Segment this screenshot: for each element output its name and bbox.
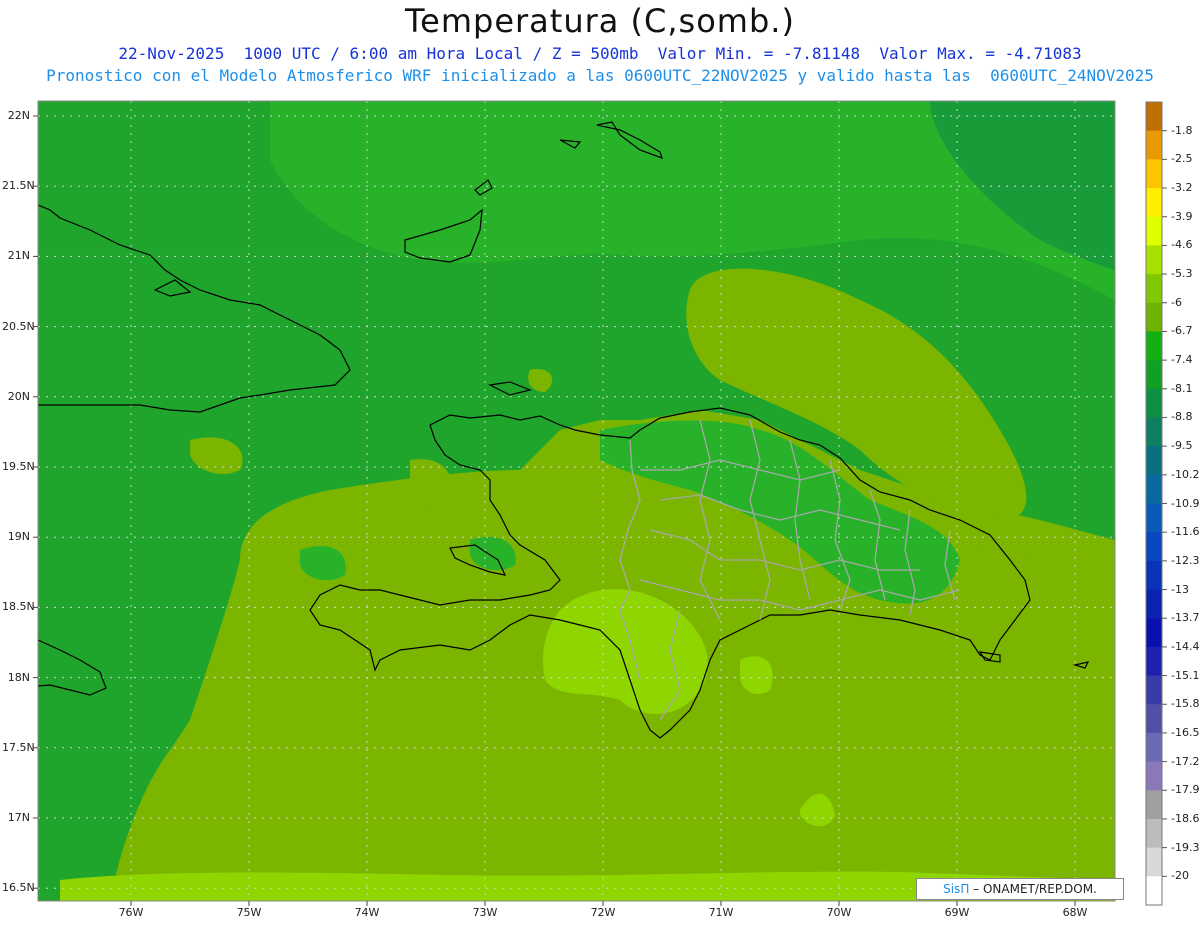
temperature-map	[33, 100, 1167, 906]
lon-label: 70W	[826, 906, 852, 919]
colorbar-swatch	[1146, 618, 1162, 648]
colorbar-swatch	[1146, 302, 1162, 332]
lon-label: 68W	[1062, 906, 1088, 919]
colorbar-swatch	[1146, 102, 1162, 132]
colorbar-label: -3.9	[1171, 209, 1193, 223]
lat-label: 17.5N	[2, 740, 35, 754]
colorbar-swatch	[1146, 360, 1162, 390]
colorbar-swatch	[1146, 761, 1162, 791]
colorbar-swatch	[1146, 646, 1162, 677]
lat-label: 22N	[7, 109, 30, 122]
colorbar-swatch	[1146, 446, 1162, 476]
colorbar-label: -5.3	[1171, 267, 1193, 281]
lat-label: 19.5N	[2, 460, 35, 473]
sispi-logo: SisΠ	[943, 882, 970, 896]
colorbar-label: -11.6	[1171, 525, 1200, 539]
colorbar-label: -19.3	[1171, 840, 1200, 854]
colorbar-swatch	[1146, 388, 1162, 418]
colorbar-label: -7.4	[1171, 353, 1193, 367]
colorbar-swatch	[1146, 474, 1162, 504]
colorbar-label: -15.8	[1171, 697, 1200, 711]
lon-label: 74W	[354, 906, 380, 919]
lon-label: 69W	[944, 906, 970, 919]
colorbar-swatch	[1146, 331, 1162, 361]
lon-label: 76W	[118, 906, 144, 919]
colorbar-label: -15.1	[1171, 668, 1200, 682]
lat-label: 17N	[7, 811, 30, 824]
colorbar-swatch	[1146, 876, 1162, 906]
colorbar-swatch	[1146, 274, 1162, 304]
colorbar-label: -8.1	[1171, 381, 1193, 395]
colorbar-swatch	[1146, 417, 1162, 447]
colorbar-label: -20	[1171, 869, 1189, 883]
colorbar-label: -14.4	[1171, 639, 1200, 653]
colorbar-label: -4.6	[1171, 238, 1193, 252]
colorbar	[1145, 101, 1167, 906]
lon-label: 73W	[472, 906, 498, 919]
colorbar-label: -12.3	[1171, 553, 1200, 567]
field-olive-south	[110, 500, 1115, 901]
colorbar-label: -18.6	[1171, 811, 1200, 825]
credit-text: – ONAMET/REP.DOM.	[969, 882, 1097, 896]
colorbar-swatch	[1146, 704, 1162, 734]
colorbar-swatch	[1146, 532, 1162, 562]
colorbar-swatch	[1146, 503, 1162, 533]
colorbar-label: -17.9	[1171, 783, 1200, 797]
lon-label: 72W	[590, 906, 616, 919]
lat-label: 20.5N	[2, 319, 35, 333]
colorbar-label: -17.2	[1171, 754, 1200, 768]
lat-label: 21.5N	[2, 179, 35, 193]
colorbar-swatch	[1146, 159, 1162, 189]
colorbar-label: -6.7	[1171, 324, 1193, 338]
lat-label: 20N	[7, 389, 30, 403]
temperature-field	[38, 101, 1115, 901]
colorbar-swatch	[1146, 188, 1162, 218]
colorbar-label: -10.2	[1171, 467, 1200, 481]
colorbar-label: -3.2	[1171, 181, 1193, 195]
colorbar-swatch	[1146, 790, 1162, 820]
lat-label: 19N	[7, 530, 30, 544]
colorbar-label: -13.7	[1171, 611, 1200, 625]
colorbar-swatch	[1146, 130, 1162, 160]
lat-label: 18.5N	[2, 600, 35, 614]
colorbar-swatch	[1146, 245, 1162, 275]
credit-box: SisΠ – ONAMET/REP.DOM.	[916, 878, 1124, 900]
lat-label: 16.5N	[2, 881, 35, 895]
colorbar-label: -2.5	[1171, 152, 1193, 166]
colorbar-swatch	[1146, 847, 1162, 877]
colorbar-label: -13	[1171, 582, 1189, 596]
colorbar-swatch	[1146, 560, 1162, 591]
colorbar-label: -16.5	[1171, 725, 1200, 739]
colorbar-swatch	[1146, 732, 1162, 763]
lat-label: 18N	[7, 670, 30, 684]
colorbar-label: -6	[1171, 295, 1182, 309]
colorbar-swatch	[1146, 216, 1162, 246]
colorbar-label: -9.5	[1171, 439, 1193, 453]
lon-label: 71W	[708, 906, 734, 919]
colorbar-label: -8.8	[1171, 410, 1193, 424]
lon-label: 75W	[236, 906, 262, 919]
colorbar-swatch	[1146, 589, 1162, 619]
colorbar-swatch	[1146, 675, 1162, 705]
colorbar-label: -10.9	[1171, 496, 1200, 510]
colorbar-swatch	[1146, 818, 1162, 849]
lat-label: 21N	[7, 249, 30, 263]
colorbar-label: -1.8	[1171, 123, 1193, 137]
